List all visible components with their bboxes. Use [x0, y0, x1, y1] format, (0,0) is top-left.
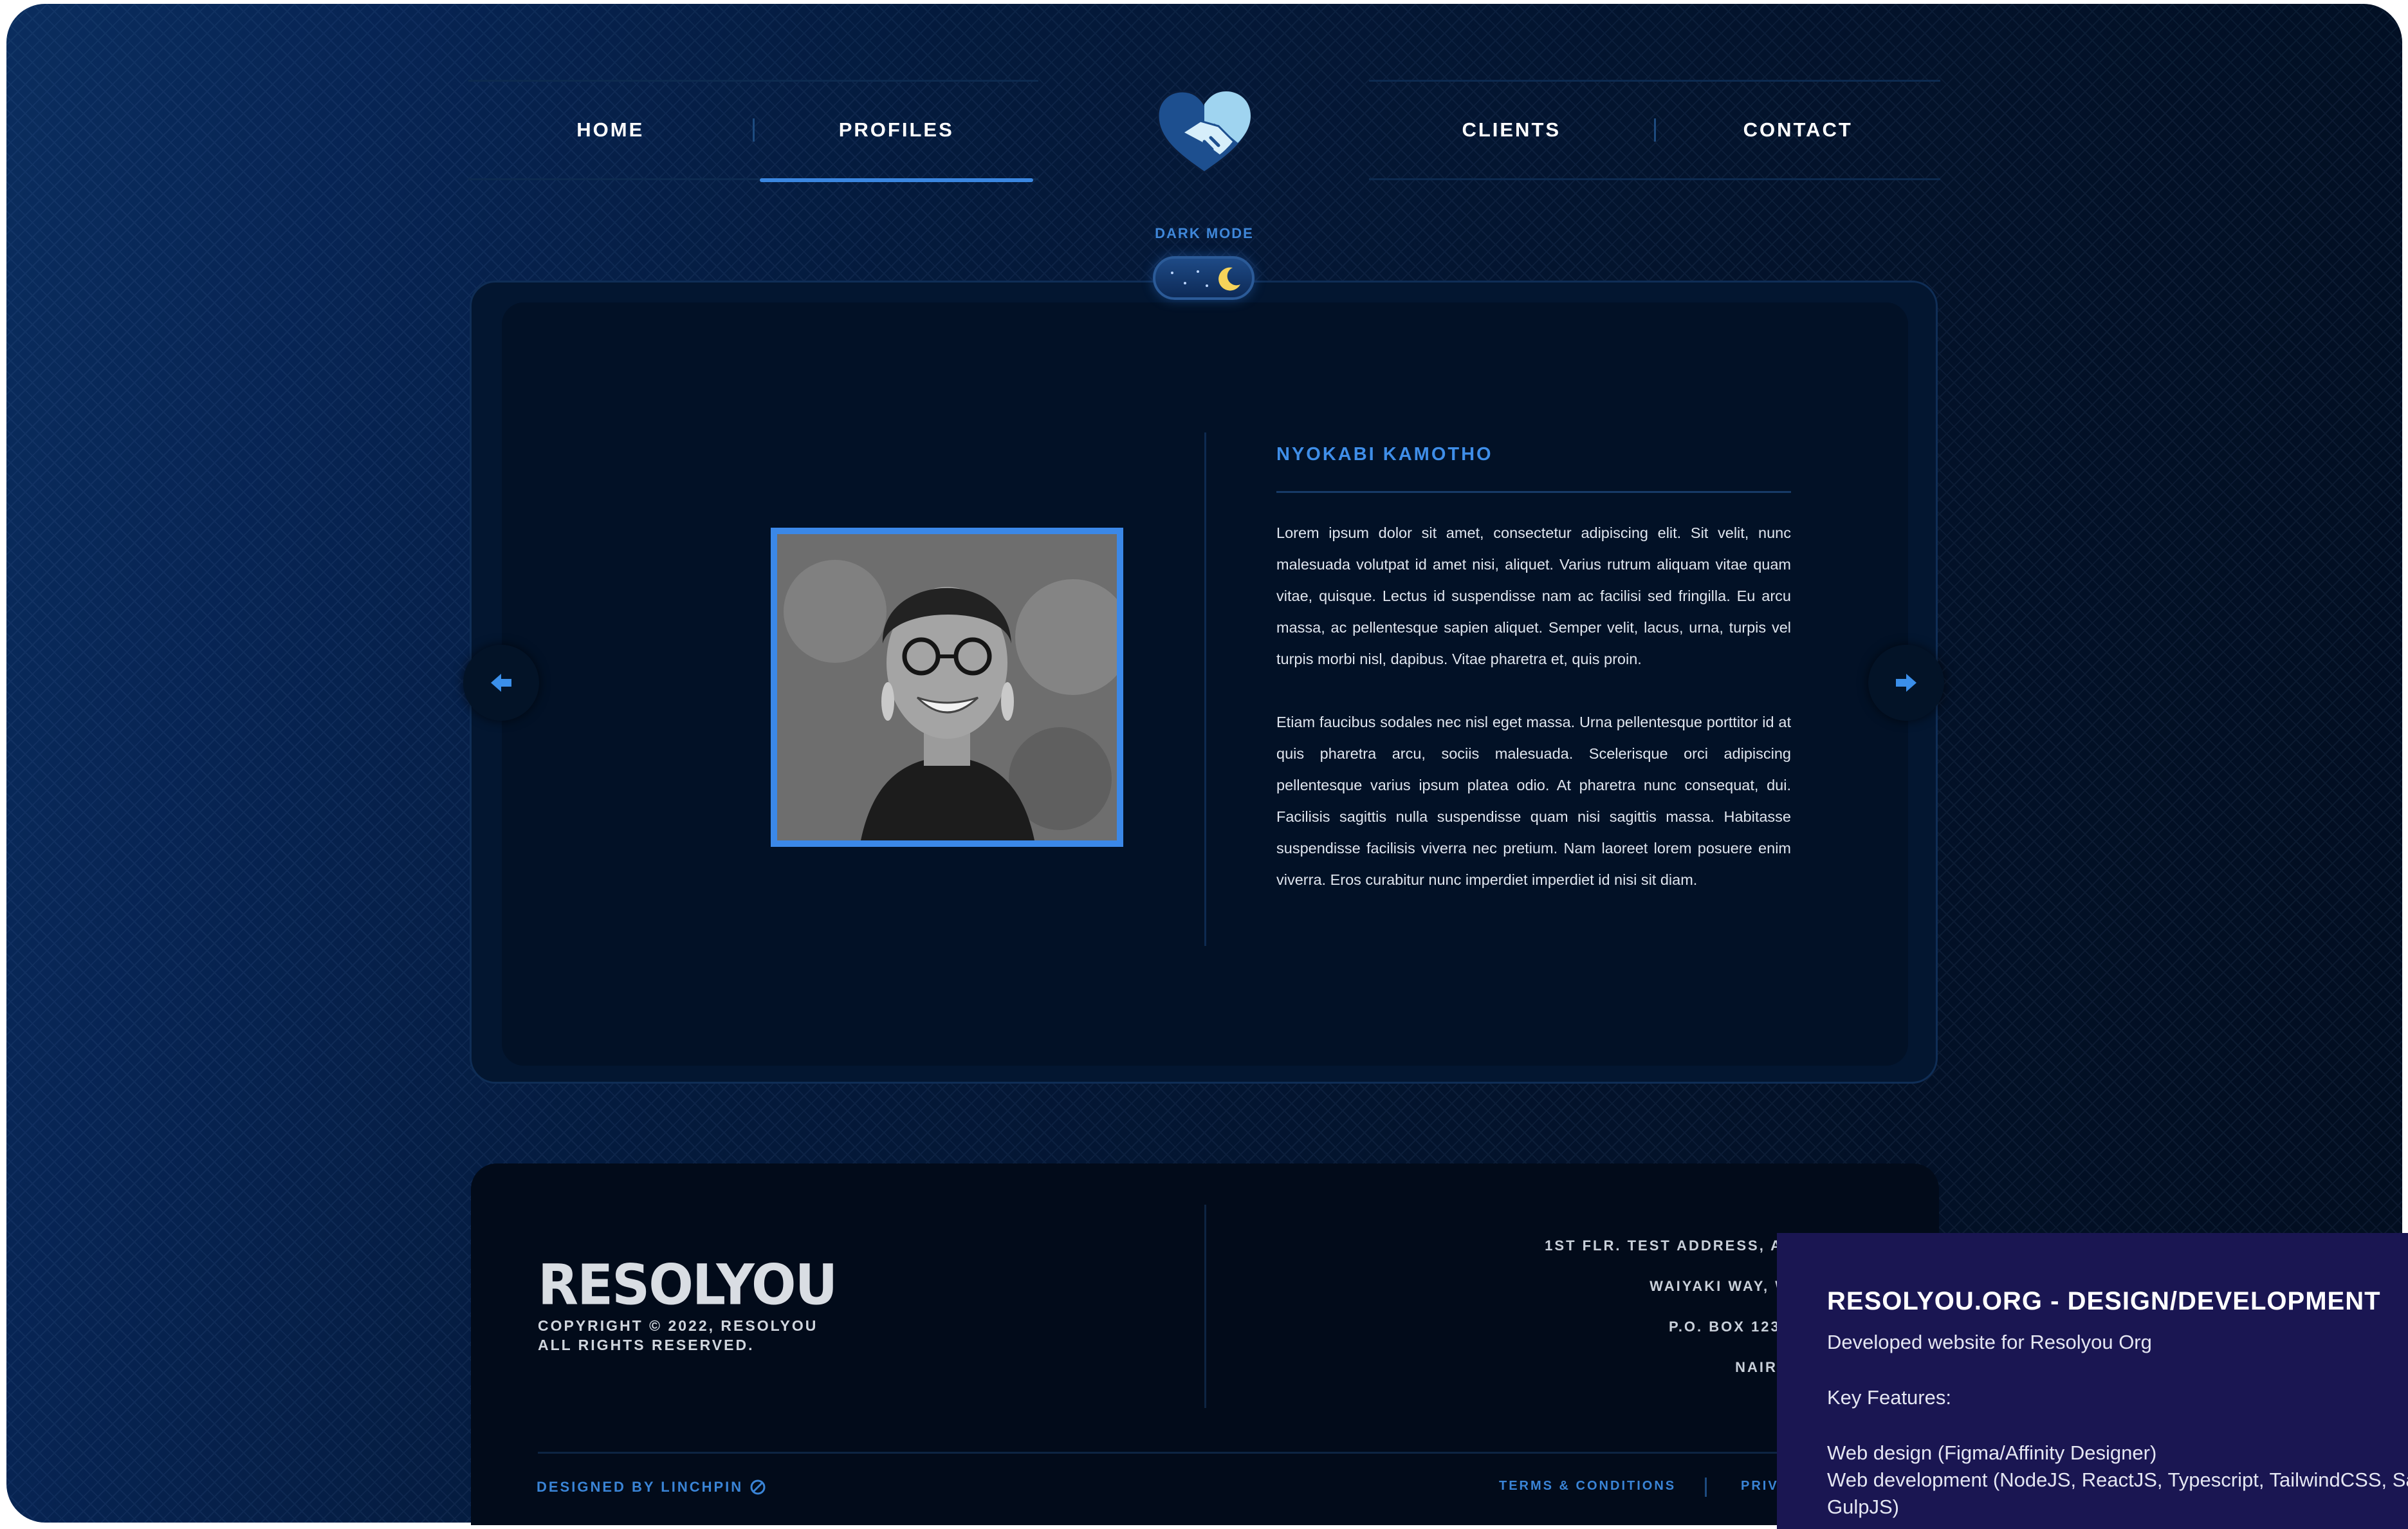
nav-home[interactable]: HOME: [468, 82, 753, 178]
dark-mode-toggle[interactable]: [1153, 256, 1255, 300]
handshake-heart-icon[interactable]: [1153, 88, 1256, 178]
profile-name: NYOKABI KAMOTHO: [1276, 444, 1493, 465]
star-icon: [1184, 282, 1186, 284]
star-icon: [1197, 270, 1199, 273]
designed-by-label: DESIGNED BY LINCHPIN: [537, 1479, 744, 1495]
panel-description: Developed website for Resolyou Org: [1827, 1331, 2152, 1353]
profile-photo-illustration: [777, 534, 1117, 840]
nav-contact[interactable]: CONTACT: [1656, 82, 1941, 178]
star-icon: [1206, 284, 1208, 287]
panel-title: RESOLYOU.ORG - DESIGN/DEVELOPMENT: [1827, 1287, 2381, 1315]
copyright-line: COPYRIGHT © 2022, RESOLYOU: [538, 1317, 818, 1334]
nav-right: CLIENTS CONTACT: [1369, 80, 1940, 180]
profile-photo: [771, 528, 1123, 847]
nav-clients[interactable]: CLIENTS: [1369, 82, 1654, 178]
copyright-line: ALL RIGHTS RESERVED.: [538, 1337, 755, 1353]
carousel-next-button[interactable]: [1868, 645, 1944, 721]
dark-mode-label: DARK MODE: [1155, 225, 1254, 241]
nav-left: HOME PROFILES: [468, 80, 1039, 182]
star-icon: [1171, 272, 1173, 274]
arrow-right-icon: [1896, 674, 1916, 692]
linchpin-logo-icon: [750, 1479, 766, 1495]
footer-link-separator: [1705, 1478, 1707, 1497]
profile-bio-paragraph: Lorem ipsum dolor sit amet, consectetur …: [1276, 524, 1791, 667]
footer-divider: [1204, 1205, 1206, 1408]
panel-feature-item: Web development (NodeJS, ReactJS, Typesc…: [1827, 1469, 2408, 1491]
address-line: 1ST FLR. TEST ADDRESS, A: [1545, 1237, 1783, 1254]
nav-profiles[interactable]: PROFILES: [755, 82, 1039, 182]
terms-link[interactable]: TERMS & CONDITIONS: [1499, 1479, 1676, 1494]
footer-brand-logo: RESOLYOU: [538, 1253, 838, 1318]
name-divider: [1276, 491, 1791, 493]
privacy-link[interactable]: PRIV: [1741, 1479, 1779, 1494]
address-line: WAIYAKI WAY, W: [1650, 1278, 1790, 1294]
arrow-left-icon: [491, 674, 511, 692]
address-line: P.O. BOX 1234: [1668, 1319, 1790, 1335]
project-info-panel: RESOLYOU.ORG - DESIGN/DEVELOPMENT Develo…: [1777, 1233, 2408, 1529]
footer-rule: [538, 1452, 1935, 1454]
panel-feature-item: Web design (Figma/Affinity Designer): [1827, 1441, 2157, 1464]
designed-by-link[interactable]: DESIGNED BY LINCHPIN: [537, 1479, 766, 1496]
panel-key-features-heading: Key Features:: [1827, 1386, 1951, 1409]
moon-icon: [1218, 267, 1240, 291]
card-divider: [1204, 432, 1206, 946]
carousel-prev-button[interactable]: [463, 645, 539, 721]
profile-bio-paragraph: Etiam faucibus sodales nec nisl eget mas…: [1276, 714, 1791, 888]
panel-feature-item: GulpJS): [1827, 1496, 1899, 1518]
